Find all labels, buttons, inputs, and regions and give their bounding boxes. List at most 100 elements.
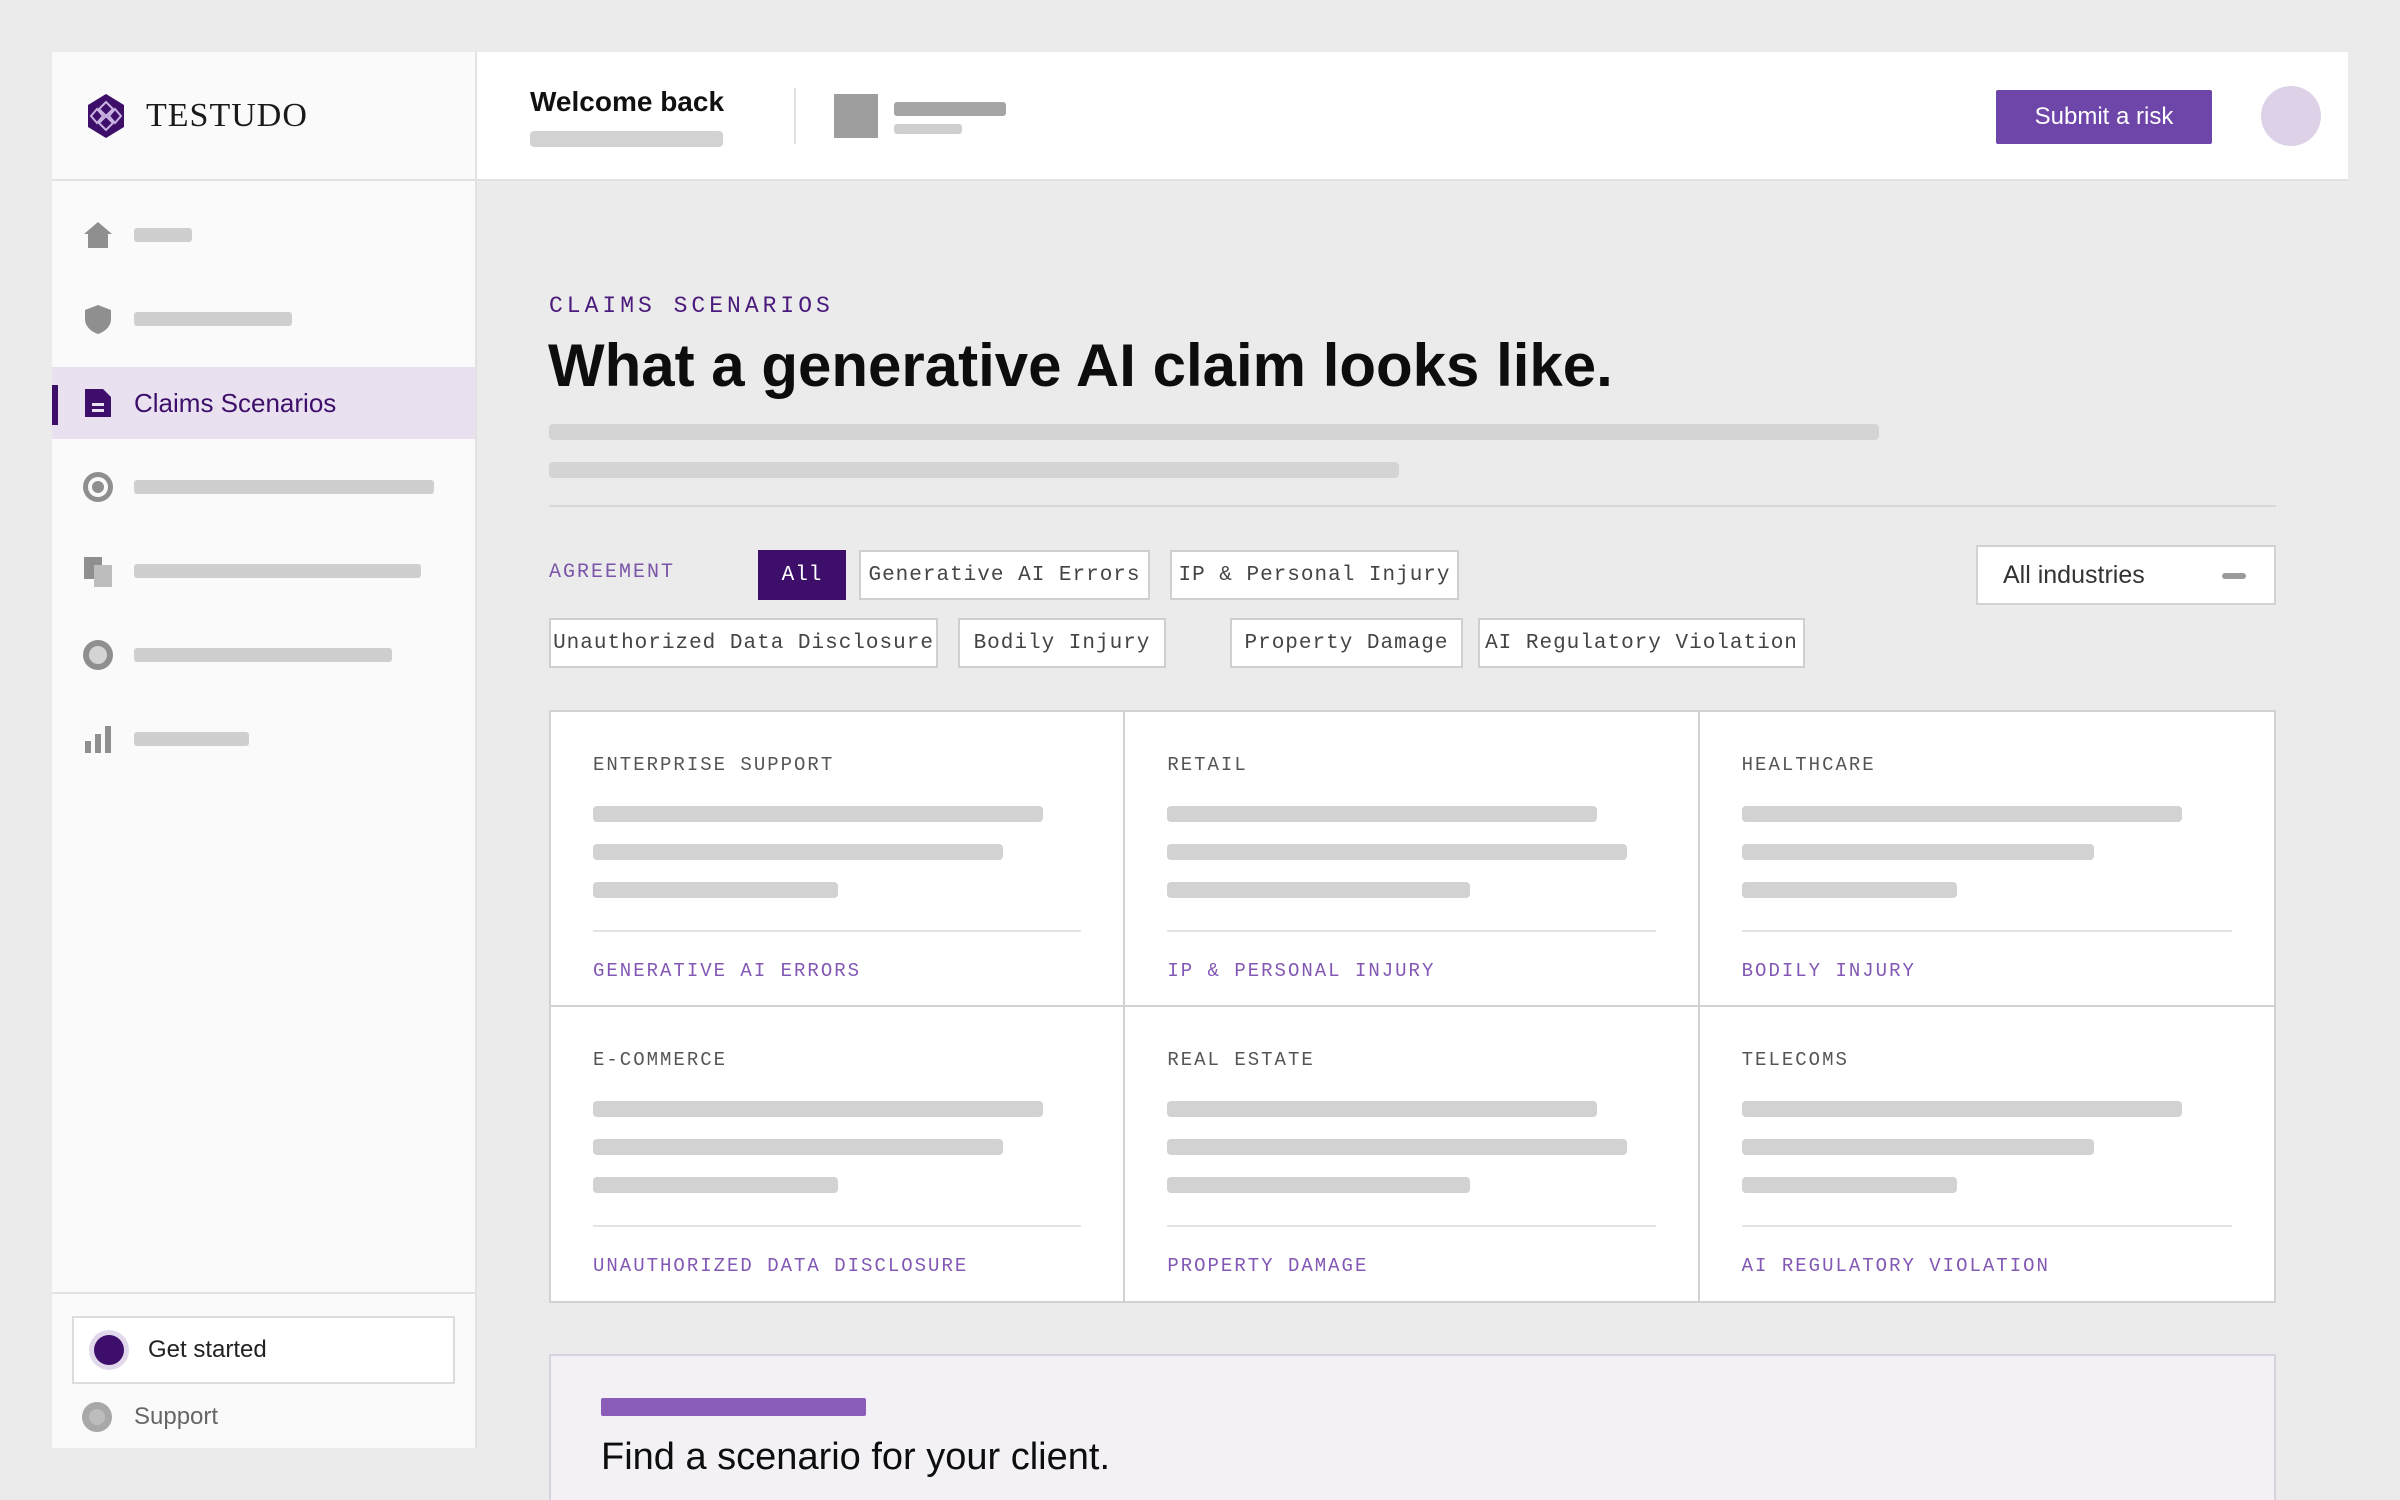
sidebar-item-coverage[interactable]: [52, 283, 475, 355]
copy-icon: [80, 553, 116, 589]
card-text-placeholder: [593, 1138, 1003, 1155]
card-text-placeholder: [593, 1176, 838, 1193]
testudo-logo-icon: [88, 93, 124, 138]
top-header: Welcome back Submit a risk: [477, 52, 2348, 181]
description-placeholder: [549, 424, 1879, 440]
card-industry: HEALTHCARE: [1741, 754, 1876, 776]
card-text-placeholder: [593, 882, 838, 898]
support-icon: [82, 1402, 112, 1432]
org-name-placeholder: [894, 102, 1006, 116]
section-divider: [549, 505, 2276, 507]
dropdown-icon: [2222, 573, 2246, 579]
sidebar-item-label-placeholder: [134, 480, 434, 494]
card-text-placeholder: [593, 1100, 1043, 1117]
description-placeholder: [549, 462, 1399, 478]
filter-chip-property-damage[interactable]: Property Damage: [1230, 618, 1463, 668]
sidebar-item-label-placeholder: [134, 732, 249, 746]
scenario-card[interactable]: E-COMMERCE UNAUTHORIZED DATA DISCLOSURE: [551, 1006, 1126, 1301]
org-logo-placeholder: [834, 94, 878, 138]
filter-chip-ip-personal-injury[interactable]: IP & Personal Injury: [1170, 550, 1459, 600]
document-icon: [80, 385, 116, 421]
filter-chip-unauthorized-data-disclosure[interactable]: Unauthorized Data Disclosure: [549, 618, 938, 668]
card-text-placeholder: [593, 806, 1043, 822]
filter-chip-ai-regulatory-violation[interactable]: AI Regulatory Violation: [1478, 618, 1805, 668]
get-started-button[interactable]: Get started: [72, 1316, 455, 1384]
card-text-placeholder: [1741, 1100, 2182, 1117]
header-divider: [794, 88, 796, 144]
card-divider: [1741, 930, 2232, 932]
app-shell: TESTUDO Claims Scenarios Get started Sup…: [52, 52, 2348, 1500]
filter-chip-all[interactable]: All: [758, 550, 846, 600]
filter-chip-generative-ai-errors[interactable]: Generative AI Errors: [859, 550, 1150, 600]
card-text-placeholder: [1741, 1138, 2094, 1155]
sidebar-item-home[interactable]: [52, 199, 475, 271]
support-link[interactable]: Support: [72, 1402, 455, 1432]
card-divider: [1741, 1224, 2232, 1227]
sidebar-item-label-placeholder: [134, 312, 292, 326]
card-text-placeholder: [1741, 1176, 1957, 1193]
card-text-placeholder: [1167, 1138, 1628, 1155]
scenario-card[interactable]: REAL ESTATE PROPERTY DAMAGE: [1125, 1006, 1700, 1301]
sidebar-nav: Claims Scenarios: [52, 181, 475, 775]
card-text-placeholder: [1167, 806, 1598, 822]
card-category-tag: UNAUTHORIZED DATA DISCLOSURE: [593, 1254, 969, 1277]
shield-icon: [80, 301, 116, 337]
card-text-placeholder: [1167, 882, 1471, 898]
scenario-card[interactable]: TELECOMS AI REGULATORY VIOLATION: [1700, 1007, 2274, 1302]
sidebar: TESTUDO Claims Scenarios Get started Sup…: [52, 52, 477, 1448]
submit-risk-button[interactable]: Submit a risk: [1996, 90, 2212, 144]
get-started-label: Get started: [148, 1336, 267, 1363]
brand-name: TESTUDO: [146, 96, 308, 134]
scenario-card[interactable]: HEALTHCARE BODILY INJURY: [1699, 712, 2274, 1007]
card-text-placeholder: [1167, 1100, 1598, 1117]
card-industry: ENTERPRISE SUPPORT: [593, 754, 835, 776]
card-category-tag: GENERATIVE AI ERRORS: [593, 960, 862, 982]
card-category-tag: IP & PERSONAL INJURY: [1167, 960, 1436, 982]
card-industry: RETAIL: [1167, 754, 1248, 776]
card-industry: E-COMMERCE: [593, 1048, 728, 1071]
callout-title: Find a scenario for your client.: [601, 1436, 1111, 1478]
card-industry: TELECOMS: [1741, 1048, 1849, 1071]
find-scenario-callout: Find a scenario for your client.: [549, 1354, 2276, 1500]
card-text-placeholder: [1167, 1176, 1471, 1193]
section-eyebrow: CLAIMS SCENARIOS: [549, 293, 834, 319]
card-category-tag: BODILY INJURY: [1741, 960, 1916, 982]
support-label: Support: [134, 1403, 219, 1430]
page-title: What a generative AI claim looks like.: [548, 332, 1613, 399]
card-divider: [1167, 1224, 1656, 1227]
circle-icon: [80, 637, 116, 673]
logo[interactable]: TESTUDO: [52, 52, 475, 181]
card-text-placeholder: [593, 844, 1003, 860]
sidebar-item-label: Claims Scenarios: [134, 387, 337, 418]
sidebar-item-label-placeholder: [134, 228, 192, 242]
filter-chip-bodily-injury[interactable]: Bodily Injury: [958, 618, 1166, 668]
card-category-tag: PROPERTY DAMAGE: [1167, 1254, 1369, 1277]
home-icon: [80, 217, 116, 253]
sidebar-item-target[interactable]: [52, 451, 475, 523]
card-divider: [593, 930, 1082, 932]
sidebar-item-analytics[interactable]: [52, 703, 475, 775]
avatar[interactable]: [2261, 86, 2321, 146]
sidebar-item-label-placeholder: [134, 648, 392, 662]
bar-chart-icon: [80, 721, 116, 757]
welcome-title: Welcome back: [530, 86, 725, 117]
industry-select[interactable]: All industries: [1976, 545, 2276, 605]
sidebar-item-circle[interactable]: [52, 619, 475, 691]
card-divider: [1167, 930, 1656, 932]
industry-select-value: All industries: [2003, 560, 2145, 589]
card-industry: REAL ESTATE: [1167, 1048, 1315, 1071]
scenario-card[interactable]: ENTERPRISE SUPPORT GENERATIVE AI ERRORS: [551, 712, 1126, 1007]
main-content: CLAIMS SCENARIOS What a generative AI cl…: [477, 181, 2348, 1500]
scenario-card[interactable]: RETAIL IP & PERSONAL INJURY: [1125, 712, 1700, 1007]
card-text-placeholder: [1741, 806, 2182, 822]
card-text-placeholder: [1741, 882, 1957, 898]
sidebar-item-documents[interactable]: [52, 535, 475, 607]
org-subtitle-placeholder: [894, 124, 962, 134]
welcome-subtitle-placeholder: [530, 131, 723, 147]
card-text-placeholder: [1167, 844, 1628, 860]
callout-accent-bar: [601, 1398, 866, 1416]
sidebar-item-claims-scenarios[interactable]: Claims Scenarios: [52, 367, 475, 439]
card-text-placeholder: [1741, 844, 2094, 860]
card-category-tag: AI REGULATORY VIOLATION: [1741, 1254, 2050, 1277]
filter-label: AGREEMENT: [549, 561, 676, 584]
